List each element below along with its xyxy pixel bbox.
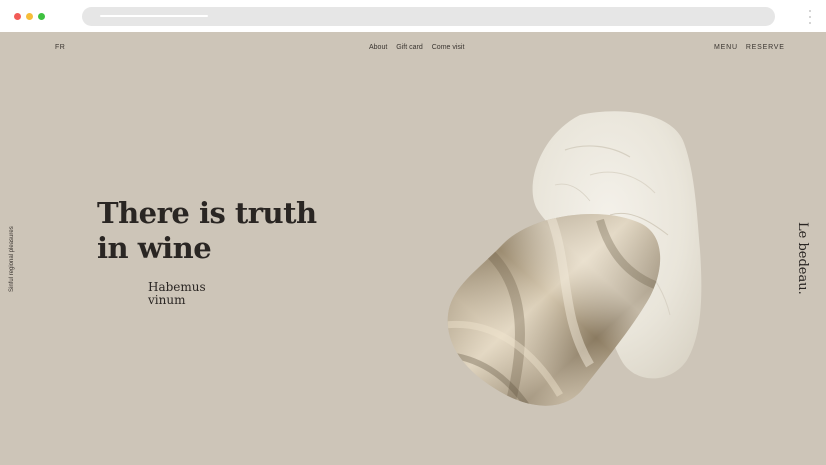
browser-chrome <box>0 0 826 32</box>
primary-nav: About Gift card Come visit <box>369 43 464 53</box>
nav-link-come-visit[interactable]: Come visit <box>432 43 465 53</box>
minimize-window-dot[interactable] <box>26 13 33 20</box>
hero-blob-artwork <box>447 111 702 406</box>
nav-link-about[interactable]: About <box>369 43 387 53</box>
close-window-dot[interactable] <box>14 13 21 20</box>
hero-headline-line: in wine <box>97 231 212 265</box>
more-options-icon[interactable] <box>806 9 814 25</box>
reserve-link[interactable]: RESERVE <box>746 43 785 53</box>
address-bar[interactable] <box>82 7 775 26</box>
hero-headline-line: There is truth <box>97 196 317 230</box>
hero-subheadline-line: vinum <box>148 293 186 307</box>
secondary-nav: MENU RESERVE <box>714 43 785 53</box>
maximize-window-dot[interactable] <box>38 13 45 20</box>
brand-logo-text[interactable]: Le bedeau. <box>794 222 810 295</box>
address-placeholder-line <box>100 15 208 17</box>
silk-blob-shape <box>447 214 661 406</box>
language-switch-link[interactable]: FR <box>55 43 65 53</box>
hero-headline: There is truth in wine <box>97 196 337 266</box>
menu-link[interactable]: MENU <box>714 43 738 53</box>
nav-link-gift-card[interactable]: Gift card <box>396 43 422 53</box>
hero-subheadline: Habemus vinum <box>148 281 248 307</box>
side-tagline: Sinful regional pleasures <box>9 226 15 292</box>
